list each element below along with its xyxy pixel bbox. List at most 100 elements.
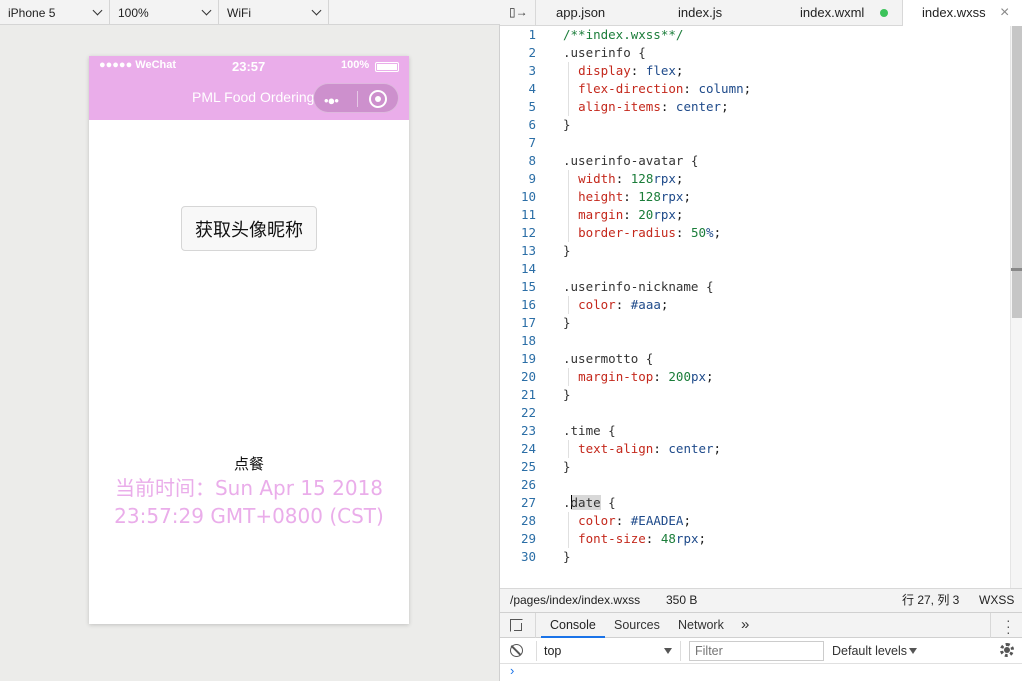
- tab-index-js[interactable]: index.js: [658, 0, 780, 26]
- kebab-menu-icon[interactable]: · · ·: [1006, 613, 1011, 639]
- code-line[interactable]: 4 flex-direction: column;: [500, 80, 1010, 98]
- indent-guide: [568, 170, 569, 242]
- code-text: .userinfo {: [563, 44, 646, 62]
- line-number: 9: [528, 171, 536, 186]
- menu-capsule: •●•: [313, 83, 399, 113]
- code-text: border-radius: 50%;: [578, 225, 722, 240]
- code-line[interactable]: 12 border-radius: 50%;: [500, 224, 1010, 242]
- code-text: color: #EAADEA;: [578, 513, 691, 528]
- line-number: 26: [520, 477, 536, 492]
- zoom-select[interactable]: 100%: [110, 0, 219, 25]
- css-selector: }: [563, 243, 571, 258]
- code-line[interactable]: 21}: [500, 386, 1010, 404]
- device-select[interactable]: iPhone 5: [0, 0, 110, 25]
- indent-guide: [568, 296, 569, 314]
- css-property: color: [578, 513, 616, 528]
- context-select[interactable]: top: [536, 641, 681, 661]
- code-text: .usermotto {: [563, 350, 653, 368]
- filter-input[interactable]: [689, 641, 824, 661]
- code-line[interactable]: 1 /**index.wxss**/: [500, 26, 1010, 44]
- scrollbar-thumb[interactable]: [1012, 26, 1022, 318]
- code-line[interactable]: 24 text-align: center;: [500, 440, 1010, 458]
- clear-console-icon[interactable]: [510, 644, 523, 657]
- code-line[interactable]: 6}: [500, 116, 1010, 134]
- tab-label: app.json: [556, 5, 606, 20]
- code-line[interactable]: 30}: [500, 548, 1010, 566]
- code-text: }: [563, 548, 571, 566]
- dropdown-triangle-icon: [664, 648, 672, 654]
- editor-scrollbar[interactable]: [1010, 26, 1022, 588]
- more-tabs-icon[interactable]: »: [741, 613, 749, 638]
- code-line[interactable]: 17}: [500, 314, 1010, 332]
- line-number: 24: [520, 441, 536, 456]
- status-time: 23:57: [232, 59, 266, 74]
- log-levels-select[interactable]: Default levels: [832, 641, 917, 661]
- inspect-element-icon[interactable]: [510, 619, 523, 632]
- css-property: margin-top: [578, 369, 654, 384]
- tab-label: index.wxss: [922, 5, 986, 20]
- code-line[interactable]: 23 .time {: [500, 422, 1010, 440]
- code-text: margin: 20rpx;: [578, 207, 684, 222]
- gear-icon[interactable]: [1000, 643, 1014, 657]
- code-line[interactable]: 2 .userinfo {: [500, 44, 1010, 62]
- line-number: 5: [528, 99, 536, 114]
- tab-index-wxml[interactable]: index.wxml: [780, 0, 902, 26]
- code-line[interactable]: 19 .usermotto {: [500, 350, 1010, 368]
- code-editor[interactable]: 1 /**index.wxss**/ 2 .userinfo {3 display: …: [500, 26, 1022, 588]
- css-selector: }: [563, 315, 571, 330]
- css-number: 128: [630, 171, 654, 186]
- code-line[interactable]: 13}: [500, 242, 1010, 260]
- code-line[interactable]: 14: [500, 260, 1010, 278]
- line-number: 22: [520, 405, 536, 420]
- tab-network[interactable]: Network: [678, 613, 724, 638]
- line-number: 1: [528, 27, 536, 42]
- get-user-info-button[interactable]: 获取头像昵称: [181, 206, 317, 251]
- code-line[interactable]: 28 color: #EAADEA;: [500, 512, 1010, 530]
- close-circle-icon[interactable]: [369, 90, 387, 108]
- toggle-sidebar-icon[interactable]: ▯→: [509, 6, 528, 19]
- dropdown-triangle-icon: [909, 648, 917, 654]
- code-line[interactable]: 29 font-size: 48rpx;: [500, 530, 1010, 548]
- line-number: 4: [528, 81, 536, 96]
- line-number: 7: [528, 135, 536, 150]
- console-prompt[interactable]: ›: [510, 663, 514, 678]
- css-property: border-radius: [578, 225, 676, 240]
- network-label: WiFi: [227, 5, 251, 20]
- code-line[interactable]: 10 height: 128rpx;: [500, 188, 1010, 206]
- modified-dot-icon: [880, 9, 888, 17]
- cursor-position: 行 27, 列 3: [902, 593, 960, 607]
- code-line[interactable]: 18: [500, 332, 1010, 350]
- code-text: align-items: center;: [578, 99, 729, 114]
- code-line[interactable]: 5 align-items: center;: [500, 98, 1010, 116]
- code-line[interactable]: 15 .userinfo-nickname {: [500, 278, 1010, 296]
- code-text: }: [563, 314, 571, 332]
- css-selector: }: [563, 117, 571, 132]
- simulator-toolbar: iPhone 5 100% WiFi: [0, 0, 500, 25]
- tab-console[interactable]: Console: [541, 613, 605, 638]
- network-select[interactable]: WiFi: [219, 0, 329, 25]
- css-property: color: [578, 297, 616, 312]
- close-icon[interactable]: ×: [1000, 0, 1009, 26]
- css-value: #EAADEA: [630, 513, 684, 528]
- code-line[interactable]: 27 .date {: [500, 494, 1010, 512]
- code-line[interactable]: 20 margin-top: 200px;: [500, 368, 1010, 386]
- css-unit: rpx: [653, 171, 676, 186]
- css-selector: .usermotto {: [563, 351, 654, 366]
- code-line[interactable]: 3 display: flex;: [500, 62, 1010, 80]
- tab-app-json[interactable]: app.json: [536, 0, 658, 26]
- code-line[interactable]: 25}: [500, 458, 1010, 476]
- tab-sources[interactable]: Sources: [614, 613, 660, 638]
- code-line[interactable]: 11 margin: 20rpx;: [500, 206, 1010, 224]
- context-label: top: [544, 644, 562, 658]
- code-line[interactable]: 22: [500, 404, 1010, 422]
- tab-index-wxss[interactable]: index.wxss ×: [902, 0, 1022, 26]
- code-line[interactable]: 7: [500, 134, 1010, 152]
- css-number: 128: [638, 189, 661, 204]
- phone-screen: ●●●●● WeChat 23:57 100% PML Food Orderin…: [89, 56, 409, 624]
- code-line[interactable]: 9 width: 128rpx;: [500, 170, 1010, 188]
- code-line[interactable]: 8 .userinfo-avatar {: [500, 152, 1010, 170]
- code-line[interactable]: 26: [500, 476, 1010, 494]
- css-value: flex: [645, 63, 676, 78]
- code-line[interactable]: 16 color: #aaa;: [500, 296, 1010, 314]
- more-icon[interactable]: •●•: [324, 93, 339, 108]
